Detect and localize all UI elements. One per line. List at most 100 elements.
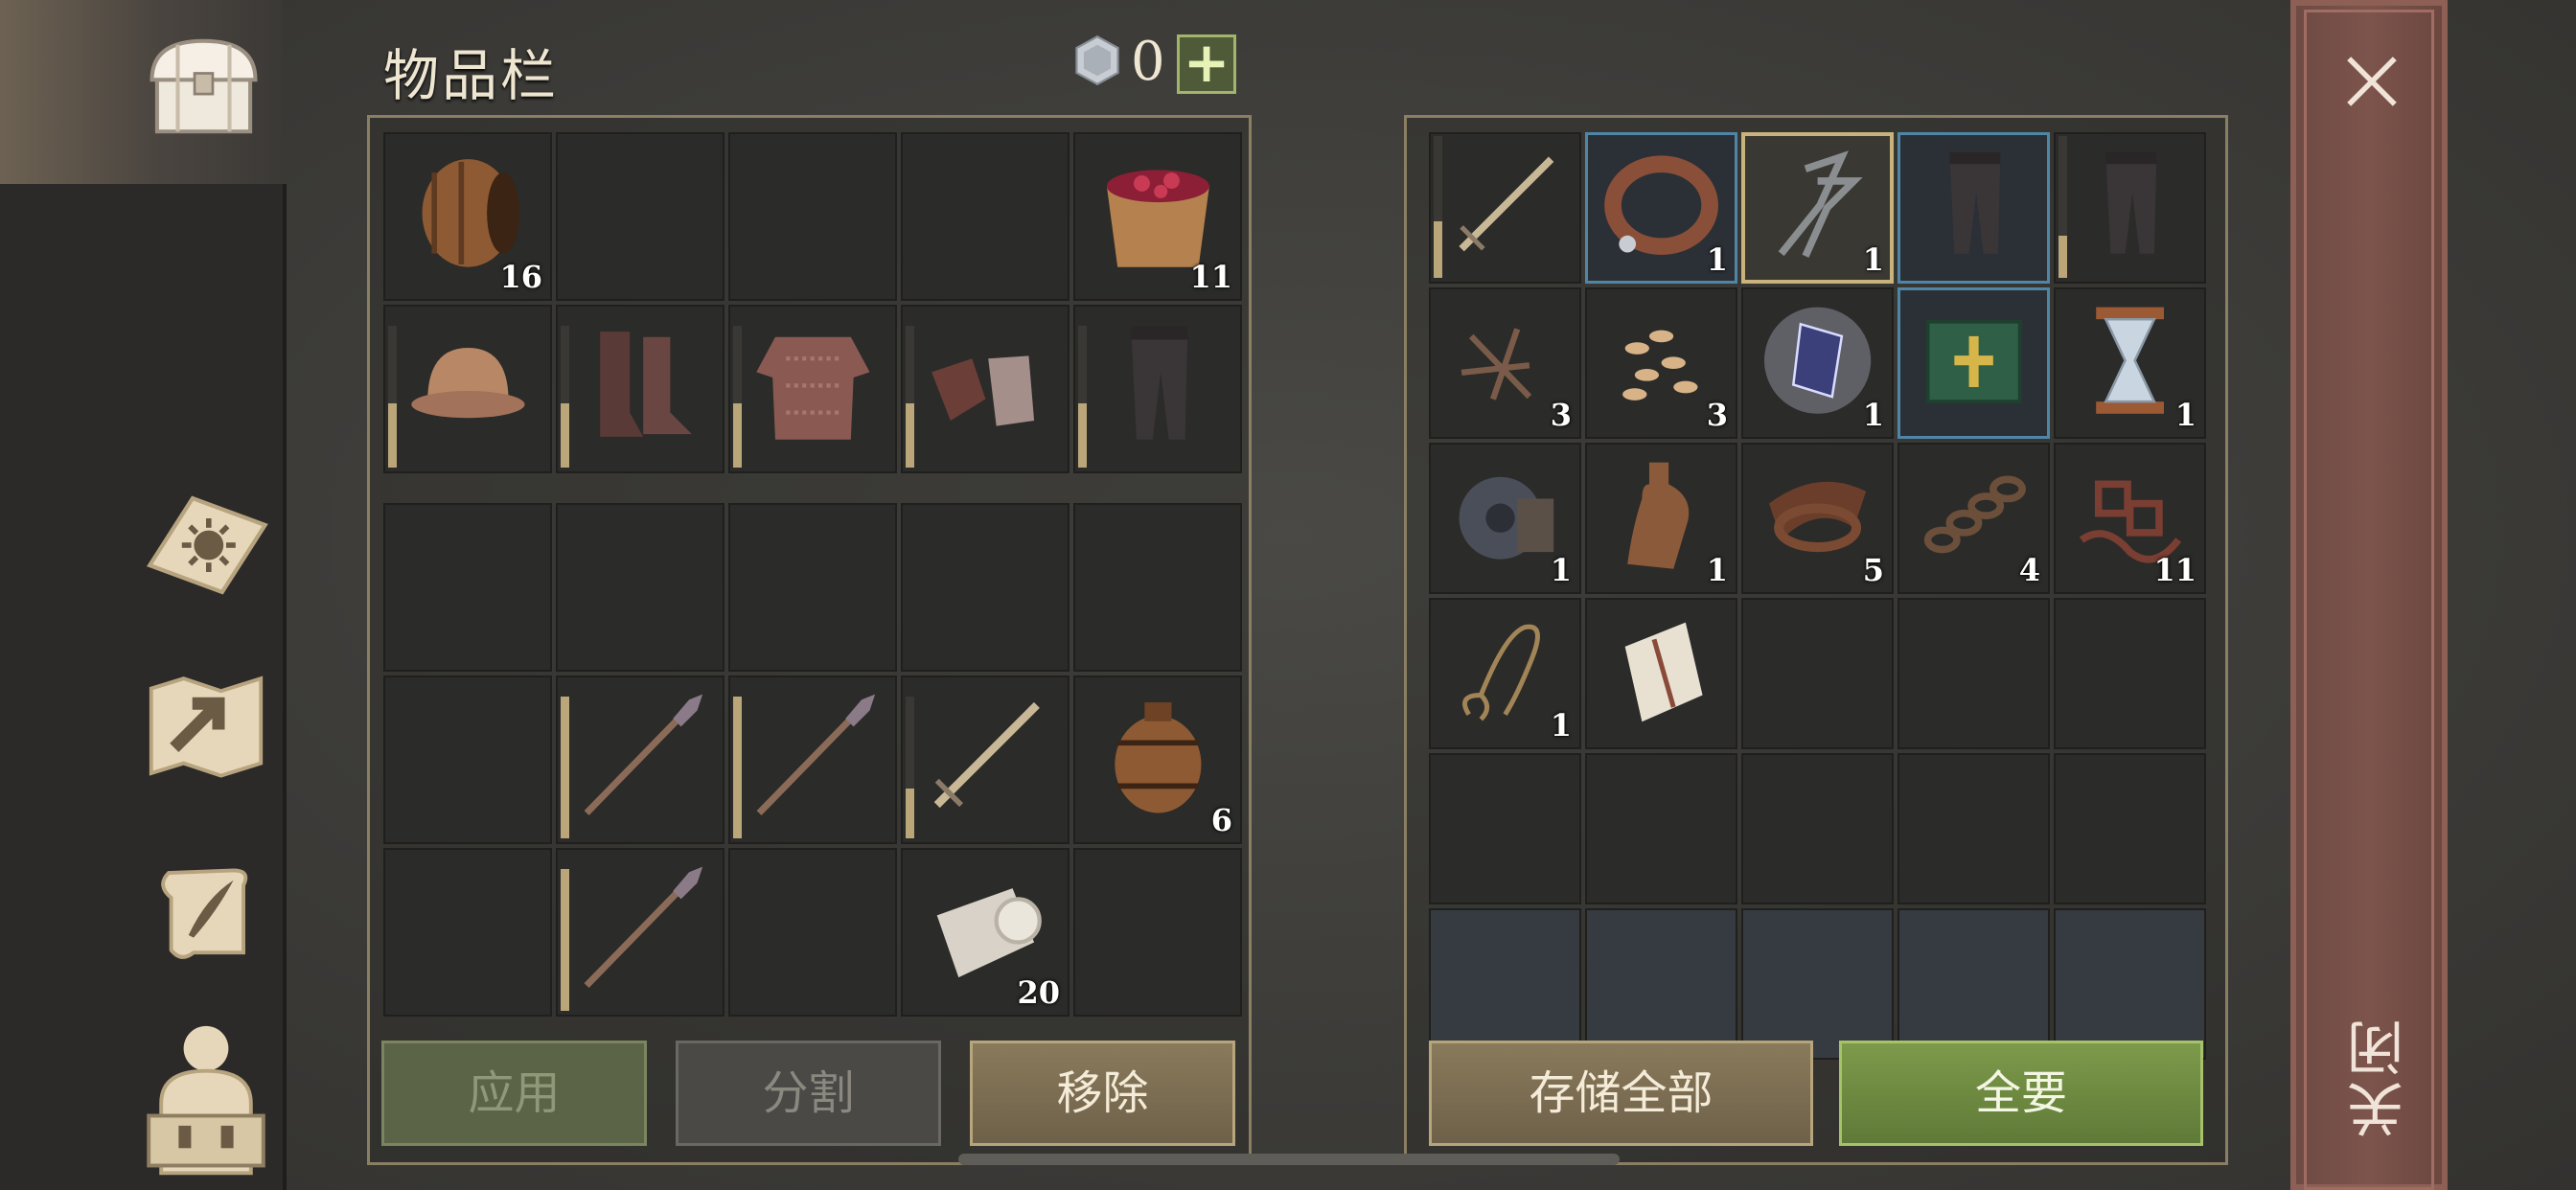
equipped-slot[interactable] (728, 305, 897, 473)
collar-icon (1604, 155, 1718, 255)
storage-slot[interactable] (1429, 908, 1581, 1060)
storage-slot[interactable] (1585, 908, 1737, 1060)
storage-slot[interactable]: 1 (1741, 287, 1894, 439)
durability-bar (906, 326, 914, 468)
scroll-quill-icon[interactable] (144, 843, 268, 977)
pincers-icon (1778, 149, 1863, 258)
bag-slot[interactable]: 20 (901, 848, 1070, 1017)
bag-slot[interactable] (556, 675, 724, 844)
storage-slot[interactable] (2054, 598, 2206, 749)
equipped-slot[interactable] (1073, 305, 1242, 473)
equipped-slot[interactable] (728, 132, 897, 301)
storage-slot[interactable]: 1 (1429, 598, 1581, 749)
item-count: 16 (499, 259, 542, 295)
apply-button[interactable]: 应用 (381, 1041, 647, 1146)
bottle-icon (1627, 462, 1690, 569)
storage-slot[interactable] (1429, 132, 1581, 284)
item-count: 20 (1017, 974, 1060, 1011)
equipped-slot[interactable]: 11 (1073, 132, 1242, 301)
bag-slot[interactable] (901, 503, 1070, 672)
nails-icon (1460, 327, 1532, 400)
page-title: 物品栏 (383, 43, 560, 108)
equipped-slot[interactable] (901, 305, 1070, 473)
bag-slot[interactable] (556, 503, 724, 672)
storage-slot[interactable]: 5 (1741, 443, 1894, 594)
store-all-button[interactable]: 存储全部 (1429, 1041, 1813, 1146)
storage-slot[interactable]: 4 (1898, 443, 2050, 594)
storage-slot[interactable] (1898, 287, 2050, 439)
durability-bar (2058, 136, 2067, 278)
green-book-icon (1925, 319, 2022, 403)
item-count: 11 (1189, 259, 1232, 295)
equipped-slot[interactable] (383, 305, 552, 473)
close-icon[interactable] (2338, 48, 2405, 115)
gloves-icon (931, 355, 1034, 426)
take-all-button[interactable]: 全要 (1839, 1041, 2203, 1146)
close-sidebar[interactable] (2290, 0, 2448, 1190)
bag-slot[interactable] (901, 675, 1070, 844)
bag-slot[interactable] (728, 503, 897, 672)
storage-slot[interactable]: 3 (1429, 287, 1581, 439)
storage-slot[interactable] (1898, 753, 2050, 904)
storage-slot[interactable] (1898, 908, 2050, 1060)
remove-button[interactable]: 移除 (970, 1041, 1235, 1146)
bag-slot[interactable] (383, 503, 552, 672)
item-count: 1 (1862, 241, 1884, 278)
storage-slot[interactable]: 1 (1585, 132, 1737, 284)
equipped-slot[interactable] (901, 132, 1070, 301)
bag-grid: 6 20 (383, 503, 1242, 1017)
storage-slot[interactable]: 1 (1741, 132, 1894, 284)
storage-slot[interactable] (1898, 132, 2050, 284)
storage-slot[interactable] (1429, 753, 1581, 904)
chest-icon[interactable] (139, 19, 268, 153)
bag-slot[interactable] (1073, 503, 1242, 672)
storage-slot[interactable] (1585, 753, 1737, 904)
equipped-slot[interactable]: 16 (383, 132, 552, 301)
map-icon[interactable] (139, 661, 273, 786)
leggings-icon (1949, 151, 2001, 254)
storage-slot[interactable] (2054, 753, 2206, 904)
sword-icon (1459, 156, 1554, 252)
durability-bar (561, 697, 569, 838)
sun-book-icon[interactable] (134, 471, 278, 606)
scroll-indicator[interactable] (958, 1154, 1620, 1165)
item-count: 1 (2174, 397, 2196, 433)
nav-rail (283, 184, 287, 1190)
backpack-icon[interactable] (144, 1016, 268, 1179)
storage-slot[interactable] (2054, 132, 2206, 284)
split-button[interactable]: 分割 (676, 1041, 941, 1146)
bag-slot[interactable] (728, 848, 897, 1017)
storage-slot[interactable]: 3 (1585, 287, 1737, 439)
item-count: 1 (1862, 397, 1884, 433)
bag-slot[interactable] (383, 675, 552, 844)
equipped-grid: 16 11 (383, 132, 1242, 473)
bag-slot[interactable] (728, 675, 897, 844)
bag-slot[interactable]: 6 (1073, 675, 1242, 844)
storage-slot[interactable] (1898, 598, 2050, 749)
chainmail-icon (755, 336, 870, 440)
durability-bar (561, 326, 569, 468)
leather-icon (1768, 481, 1867, 552)
storage-slot[interactable]: 11 (2054, 443, 2206, 594)
close-label[interactable]: 关闭 (2338, 1016, 2422, 1138)
add-currency-button[interactable]: + (1177, 34, 1236, 94)
storage-slot[interactable] (1741, 753, 1894, 904)
storage-slot[interactable]: 1 (1585, 443, 1737, 594)
storage-slot[interactable] (2054, 908, 2206, 1060)
storage-slot[interactable] (1585, 598, 1737, 749)
storage-slot[interactable] (1741, 908, 1894, 1060)
bag-slot[interactable] (383, 848, 552, 1017)
equipped-slot[interactable] (556, 132, 724, 301)
item-count: 3 (1706, 397, 1728, 433)
boots-icon (599, 332, 692, 437)
storage-slot[interactable]: 1 (2054, 287, 2206, 439)
storage-slot[interactable] (1741, 598, 1894, 749)
durability-bar (906, 697, 914, 838)
equipped-slot[interactable] (556, 305, 724, 473)
bag-slot[interactable] (556, 848, 724, 1017)
storage-slot[interactable]: 1 (1429, 443, 1581, 594)
bag-slot[interactable] (1073, 848, 1242, 1017)
silver-coin-icon (1075, 34, 1119, 86)
hourglass-icon (2096, 307, 2164, 414)
durability-bar (388, 326, 397, 468)
